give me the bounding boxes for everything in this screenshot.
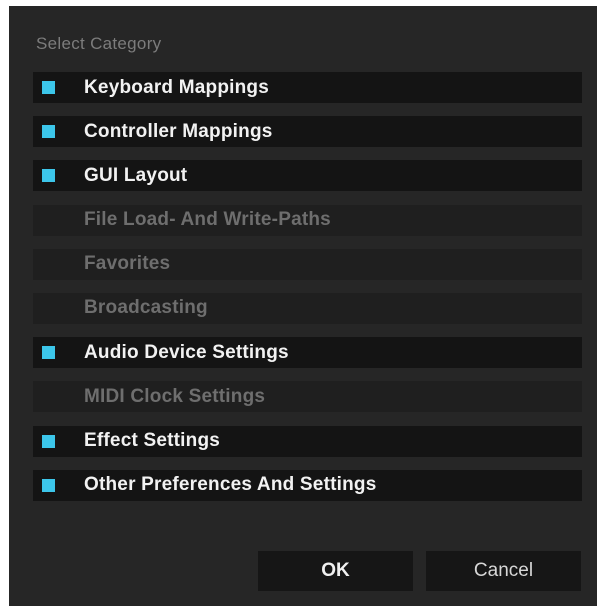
category-row-keyboard-mappings[interactable]: Keyboard Mappings: [33, 72, 582, 103]
category-label: Audio Device Settings: [84, 341, 289, 363]
checkbox-icon[interactable]: [42, 302, 55, 315]
checkbox-icon[interactable]: [42, 478, 55, 492]
category-label: MIDI Clock Settings: [84, 385, 266, 407]
category-label: Controller Mappings: [84, 120, 273, 142]
checkbox-icon[interactable]: [42, 258, 55, 271]
dialog-title: Select Category: [36, 34, 162, 53]
checkbox-icon[interactable]: [42, 169, 55, 183]
category-label: Favorites: [84, 253, 171, 275]
category-row-gui-layout[interactable]: GUI Layout: [33, 160, 582, 192]
checkbox-icon[interactable]: [42, 434, 55, 448]
category-label: File Load- And Write-Paths: [84, 209, 331, 231]
category-label: Broadcasting: [84, 297, 208, 319]
category-row-file-paths[interactable]: File Load- And Write-Paths: [33, 204, 582, 236]
checkbox-icon[interactable]: [42, 214, 55, 227]
category-row-broadcasting[interactable]: Broadcasting: [33, 292, 582, 324]
ok-button[interactable]: OK: [258, 551, 413, 591]
category-label: Effect Settings: [84, 430, 221, 451]
category-label: Other Preferences And Settings: [84, 474, 377, 496]
category-row-favorites[interactable]: Favorites: [33, 248, 582, 280]
checkbox-icon[interactable]: [42, 346, 55, 360]
category-label: Keyboard Mappings: [84, 76, 269, 98]
checkbox-icon[interactable]: [42, 81, 55, 94]
category-row-effect-settings[interactable]: Effect Settings: [33, 425, 582, 457]
select-category-dialog: Select Category Keyboard Mappings Contro…: [9, 6, 597, 606]
category-list: Keyboard Mappings Controller Mappings GU…: [33, 72, 582, 514]
cancel-button[interactable]: Cancel: [426, 551, 581, 591]
category-label: GUI Layout: [84, 164, 188, 186]
category-row-audio-device-settings[interactable]: Audio Device Settings: [33, 337, 582, 369]
category-row-other-preferences[interactable]: Other Preferences And Settings: [33, 469, 582, 501]
checkbox-icon[interactable]: [42, 125, 55, 139]
checkbox-icon[interactable]: [42, 390, 55, 403]
category-row-controller-mappings[interactable]: Controller Mappings: [33, 116, 582, 148]
category-row-midi-clock-settings[interactable]: MIDI Clock Settings: [33, 381, 582, 413]
